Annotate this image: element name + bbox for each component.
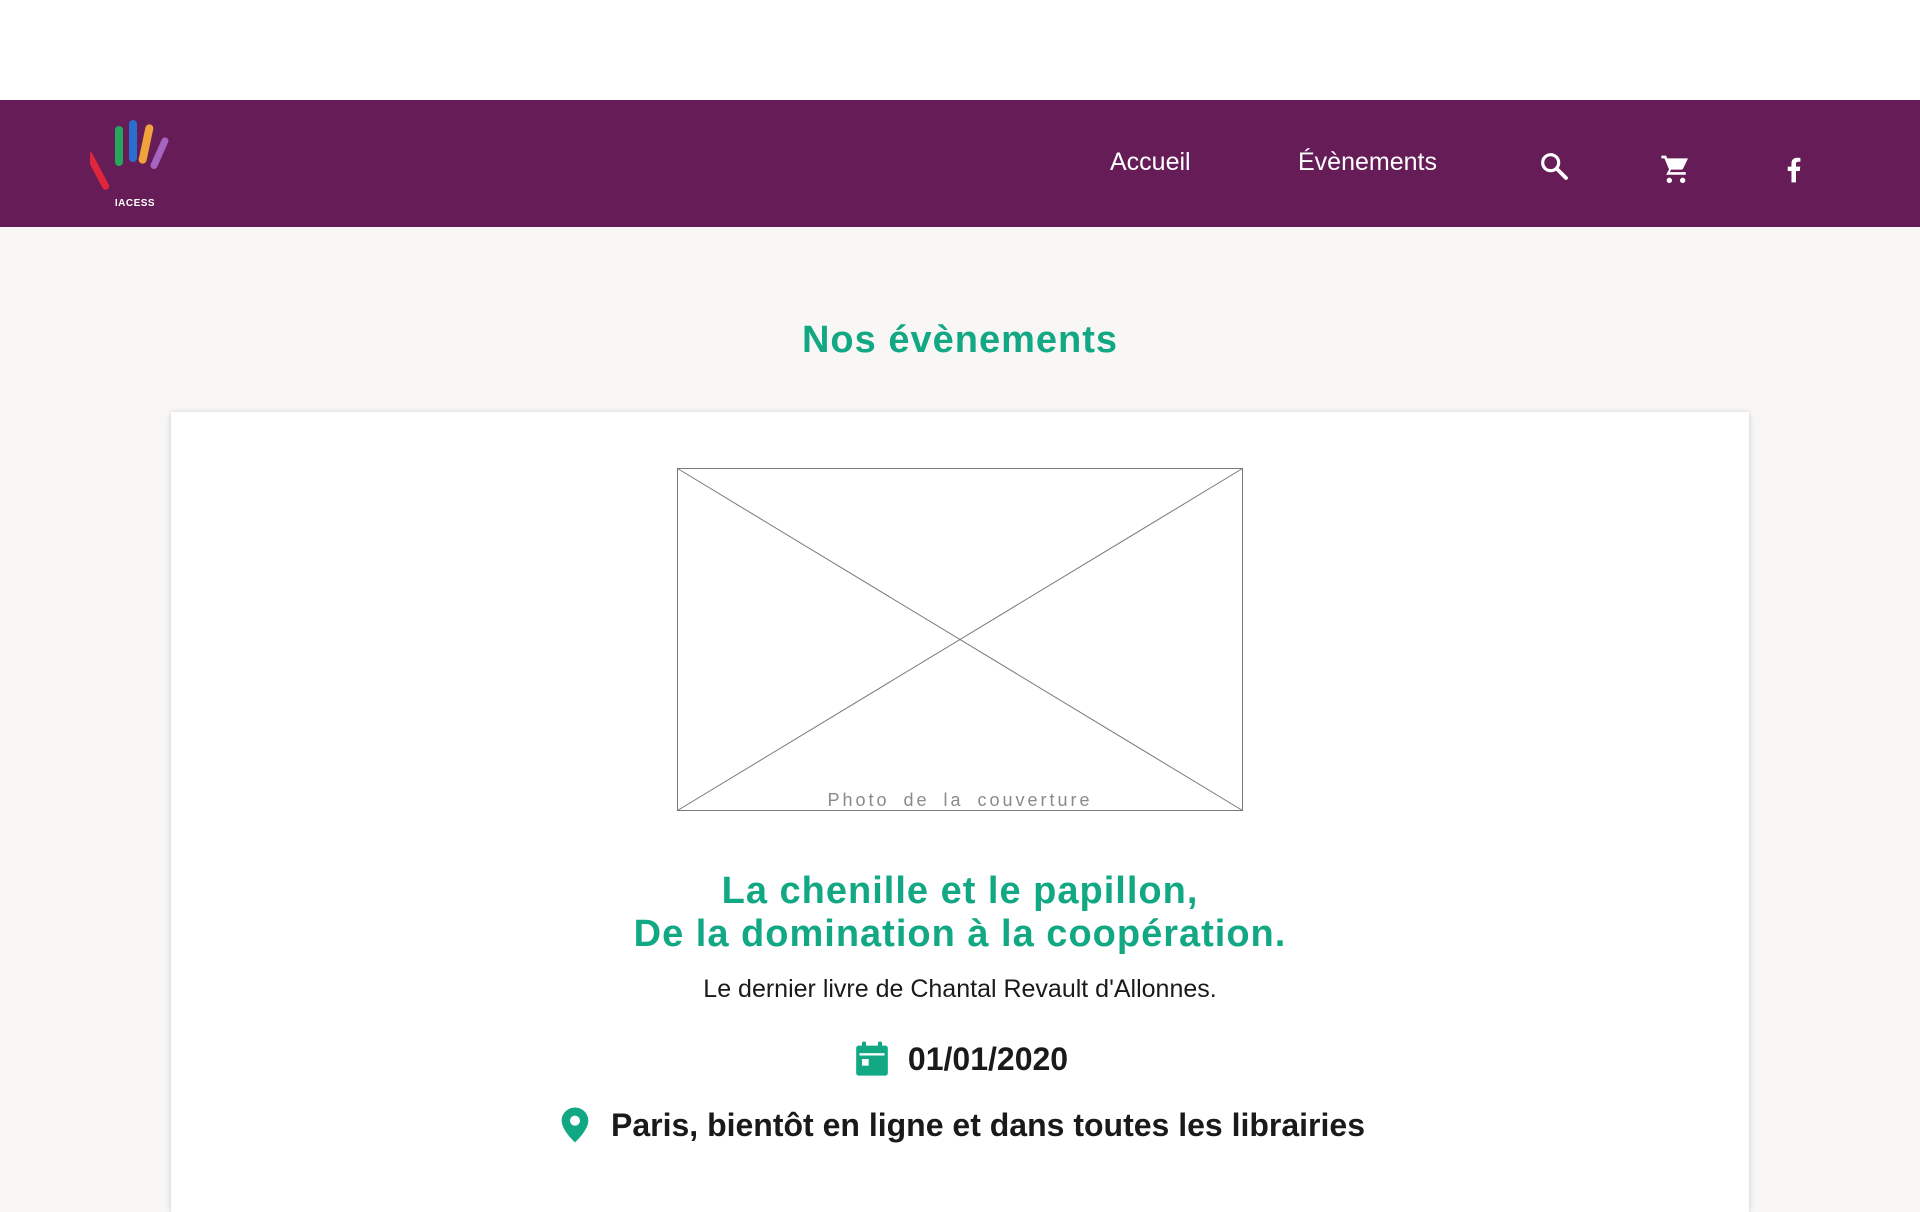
section-title: Nos évènements [801, 319, 1118, 362]
logo[interactable]: IACESS [85, 112, 180, 216]
event-title-line-2: De la domination à la coopération. [633, 912, 1287, 955]
search-icon[interactable] [1538, 150, 1570, 182]
cover-image-placeholder: Photo de la couverture [677, 468, 1243, 811]
image-placeholder-icon [677, 468, 1243, 811]
cover-placeholder-label: Photo de la couverture [827, 790, 1093, 810]
facebook-icon[interactable] [1778, 153, 1810, 185]
event-card: Photo de la couverture La chenille et le… [171, 412, 1749, 1212]
event-date-row: 01/01/2020 [171, 1038, 1749, 1080]
event-title-line-1: La chenille et le papillon, [721, 869, 1199, 912]
event-date: 01/01/2020 [907, 1040, 1069, 1077]
event-subtitle: Le dernier livre de Chantal Revault d'Al… [703, 975, 1217, 1003]
event-location-row: Paris, bientôt en ligne et dans toutes l… [171, 1104, 1749, 1146]
top-white-strip [0, 0, 1920, 100]
main-navbar: IACESS Accueil Évènements [0, 100, 1920, 227]
cart-icon[interactable] [1660, 153, 1692, 185]
event-location: Paris, bientôt en ligne et dans toutes l… [611, 1106, 1365, 1143]
nav-link-home[interactable]: Accueil [1110, 148, 1191, 177]
location-pin-icon [561, 1107, 589, 1143]
calendar-icon [856, 1041, 888, 1076]
event-title: La chenille et le papillon, De la domina… [171, 870, 1749, 956]
logo-text: IACESS [114, 198, 156, 209]
nav-link-events[interactable]: Évènements [1298, 148, 1437, 177]
hand-logo-icon [85, 120, 169, 190]
